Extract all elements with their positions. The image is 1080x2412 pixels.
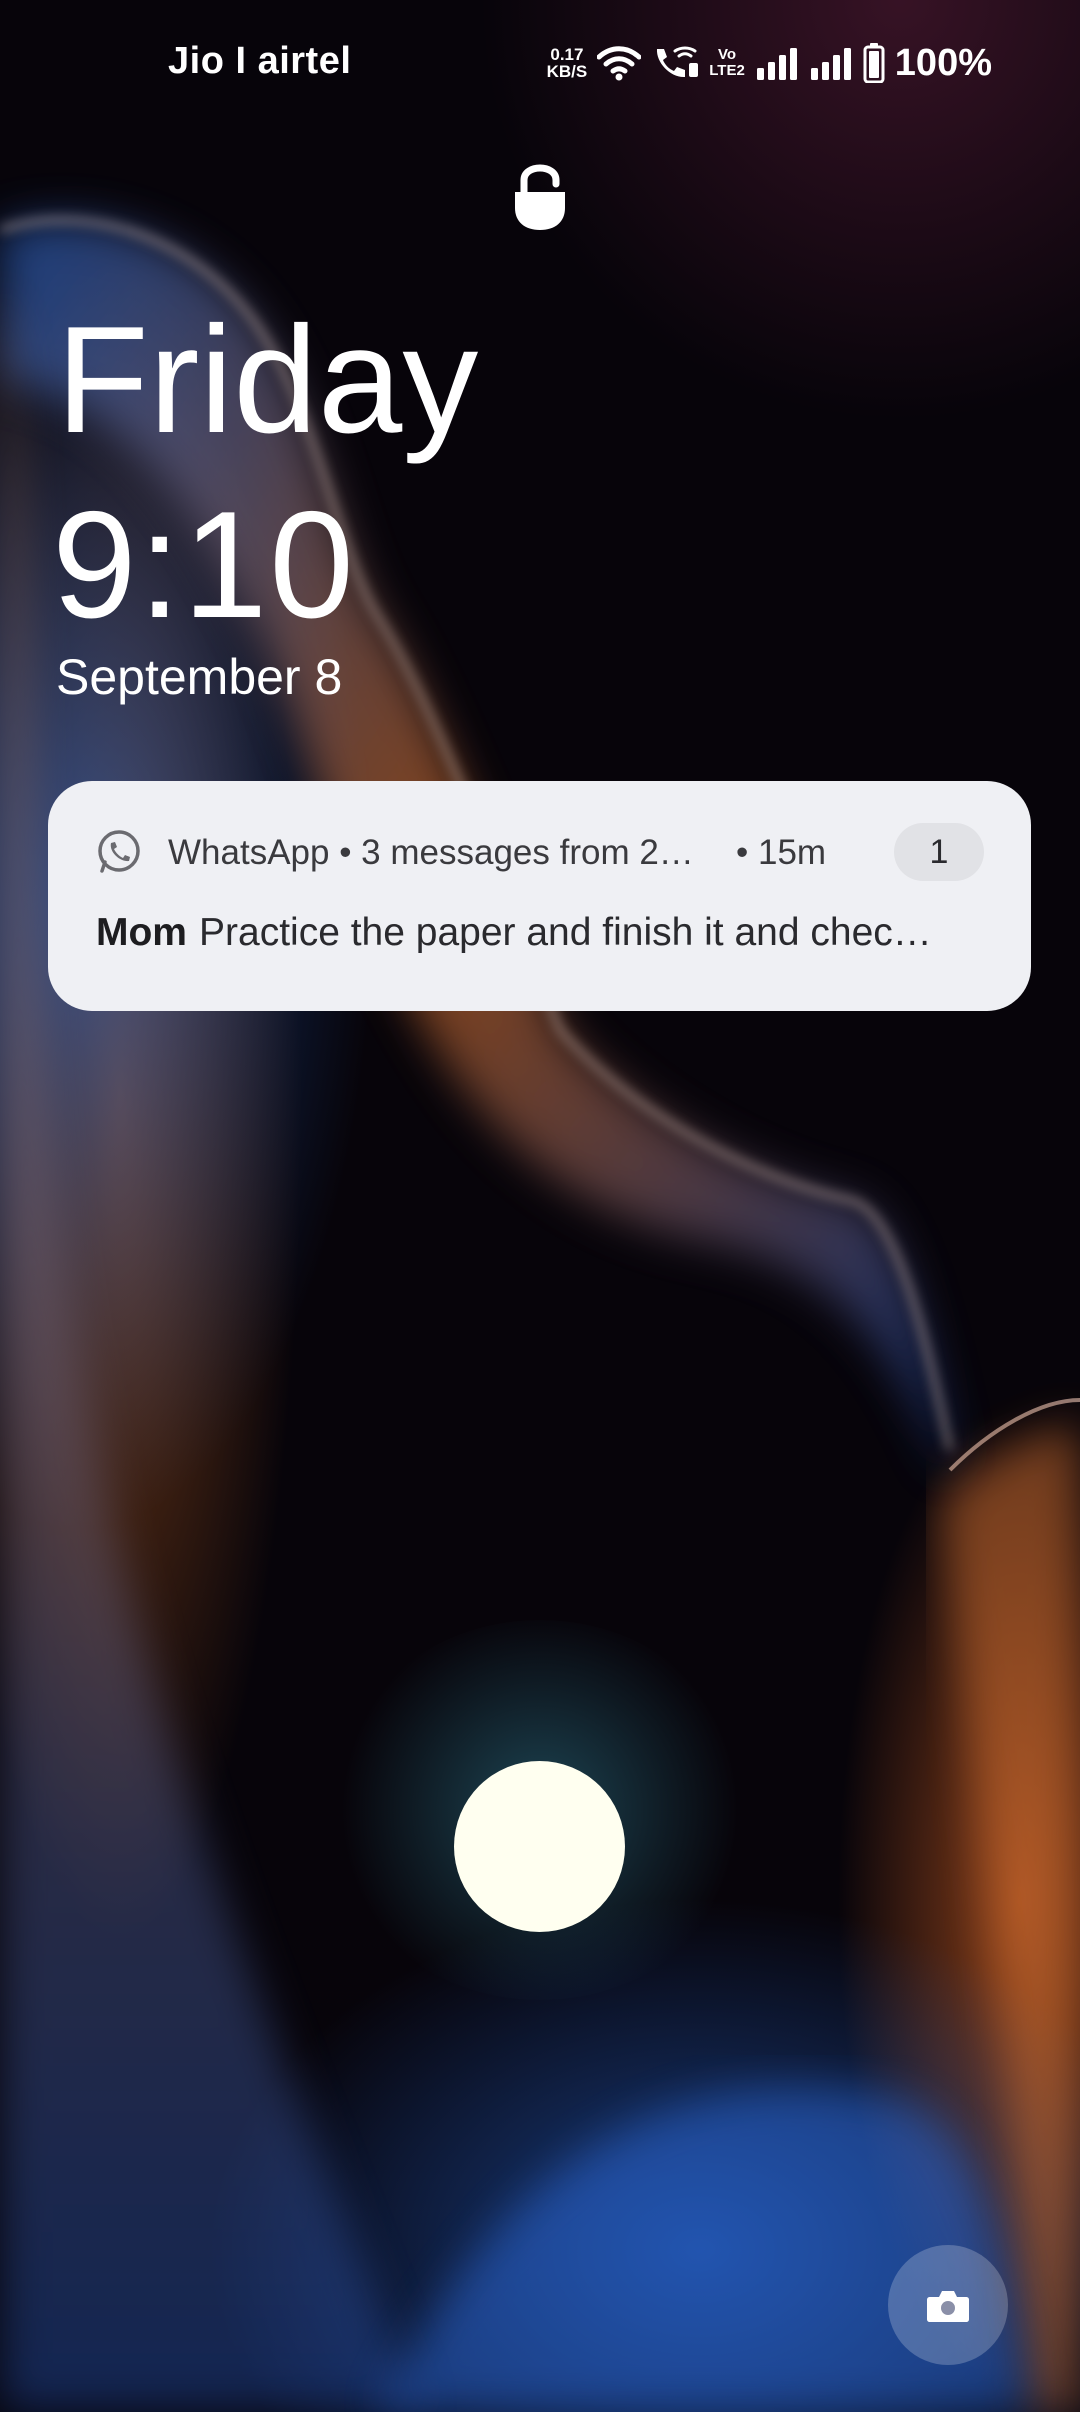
battery-percent: 100% [894, 41, 992, 84]
notification-message: Practice the paper and finish it and che… [199, 911, 932, 954]
notification-body: Mom Practice the paper and finish it and … [96, 911, 996, 955]
notification-sender: Mom [96, 911, 187, 954]
wifi-icon [597, 46, 642, 81]
battery-icon [863, 43, 885, 83]
status-bar: Jio I airtel 0.17 KB/S Vo LTE2 100% [0, 0, 1080, 130]
whatsapp-notification[interactable]: WhatsApp • 3 messages from 2… • 15m 1 Mo… [48, 781, 1031, 1011]
volte-top: Vo [717, 46, 737, 63]
signal-sim2-icon [810, 48, 851, 80]
camera-shortcut-button[interactable] [888, 2245, 1008, 2365]
lock-screen: Jio I airtel 0.17 KB/S Vo LTE2 100% Frid… [0, 0, 1080, 2412]
camera-icon [927, 2291, 969, 2322]
status-icons: 0.17 KB/S Vo LTE2 100% [547, 38, 992, 88]
whatsapp-icon [98, 830, 140, 873]
network-speed: 0.17 KB/S [547, 46, 588, 80]
notification-time: • 15m [736, 833, 827, 872]
date-label: September 8 [56, 649, 343, 705]
network-speed-value: 0.17 [550, 45, 584, 64]
volte-bottom: LTE2 [709, 62, 745, 79]
notification-header: WhatsApp • 3 messages from 2… [168, 833, 694, 872]
padlock-icon [515, 164, 565, 230]
wifi-calling-icon [657, 46, 699, 78]
fingerprint-sensor[interactable] [454, 1761, 625, 1932]
clock-time: 9:10 [52, 480, 356, 650]
carrier-name: Jio I airtel [168, 40, 352, 82]
network-speed-unit: KB/S [546, 62, 588, 81]
notification-count-badge[interactable]: 1 [894, 823, 984, 881]
signal-sim1-icon [756, 48, 797, 80]
day-label: Friday [56, 295, 479, 465]
volte-icon: Vo LTE2 [709, 47, 745, 79]
